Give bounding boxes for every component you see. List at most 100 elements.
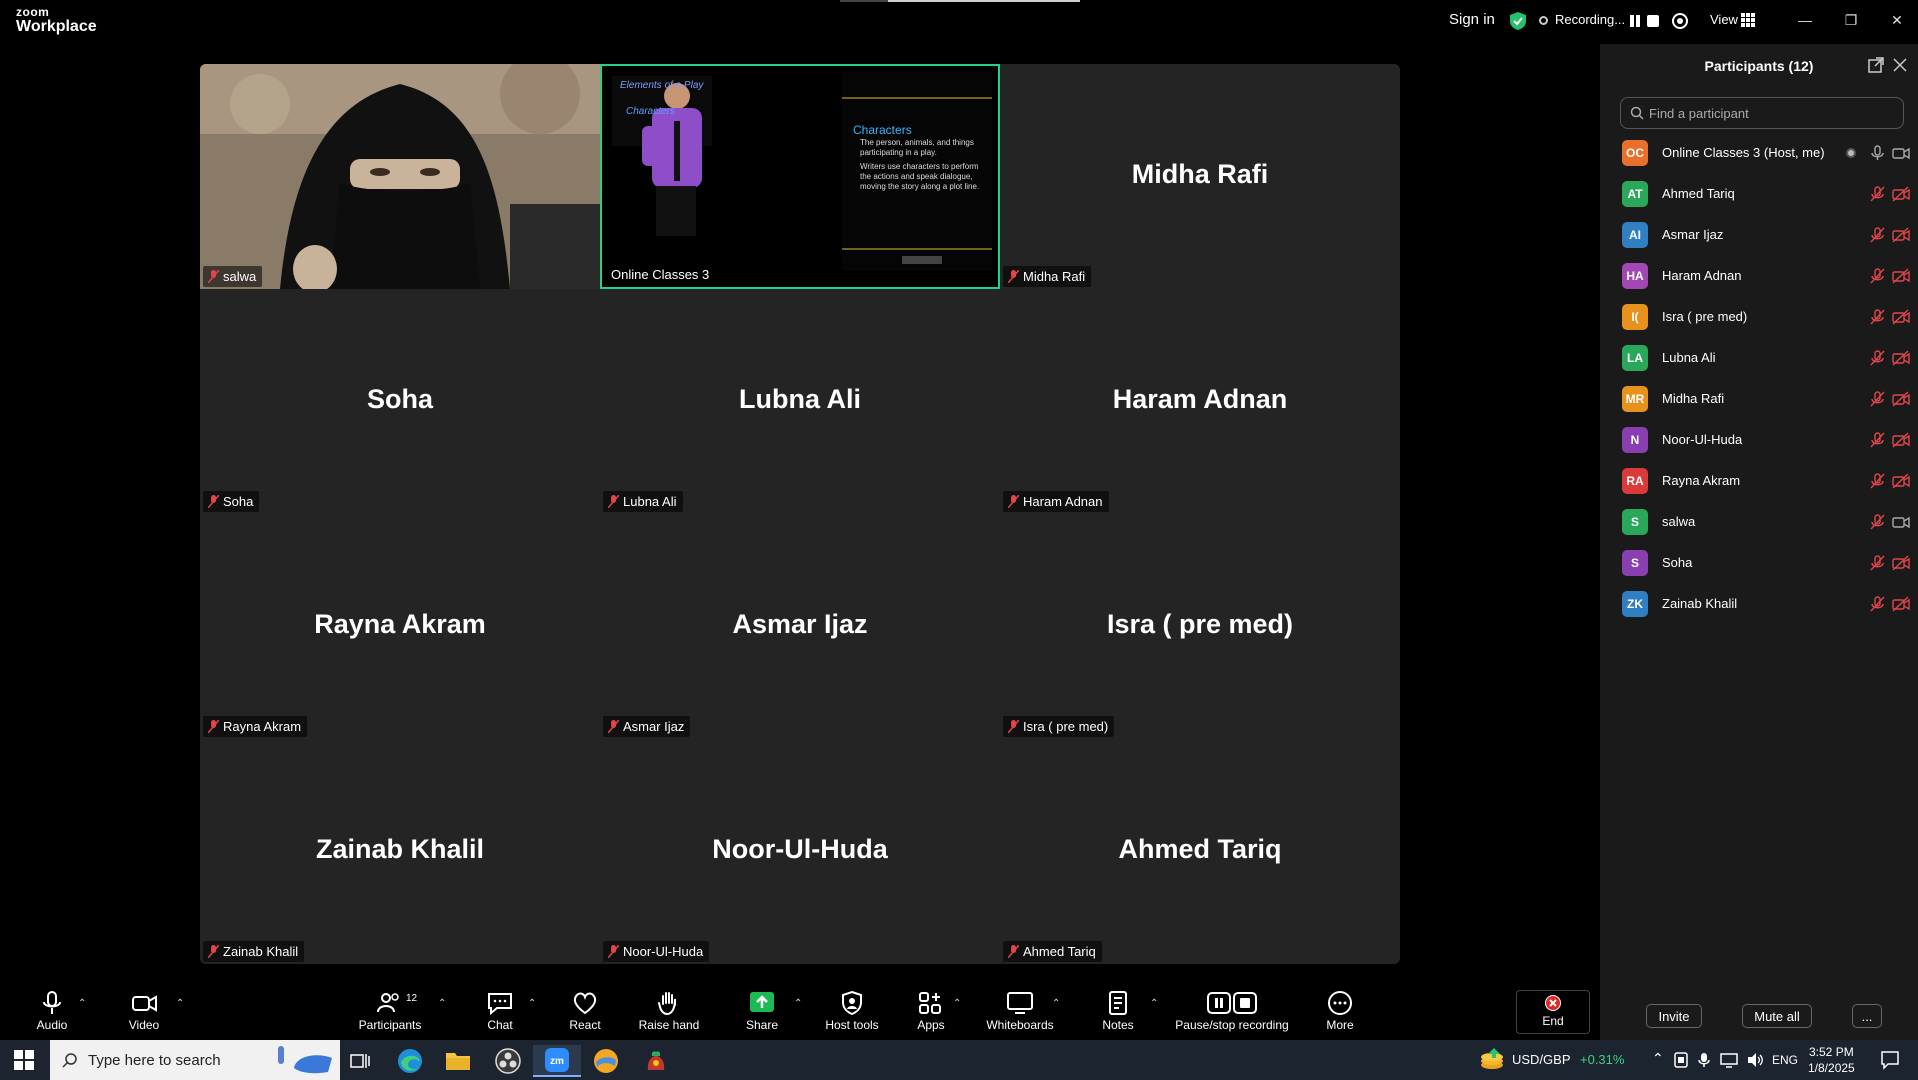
game-app-icon[interactable] xyxy=(632,1045,680,1077)
participant-row[interactable]: AI Asmar Ijaz xyxy=(1620,218,1910,252)
recording-menu-icon[interactable] xyxy=(1671,12,1689,30)
close-window-icon[interactable]: ✕ xyxy=(1882,8,1912,32)
mic-muted-icon[interactable] xyxy=(1869,391,1885,407)
apps-button[interactable]: Apps xyxy=(911,990,951,1038)
pause-recording-icon[interactable] xyxy=(1627,13,1643,29)
browser-app-icon[interactable] xyxy=(582,1045,630,1077)
video-options-chevron-icon[interactable]: ⌃ xyxy=(176,998,188,1009)
participant-search[interactable] xyxy=(1620,97,1904,129)
mic-muted-icon[interactable] xyxy=(1869,186,1885,202)
currency-pair[interactable]: USD/GBP xyxy=(1512,1052,1571,1067)
camera-off-icon[interactable] xyxy=(1892,350,1910,366)
view-button[interactable]: View xyxy=(1710,12,1738,27)
windows-start-icon[interactable] xyxy=(14,1050,34,1070)
camera-off-icon[interactable] xyxy=(1892,186,1910,202)
end-meeting-button[interactable]: End xyxy=(1516,990,1590,1034)
share-options-chevron-icon[interactable]: ⌃ xyxy=(794,998,806,1009)
participant-row[interactable]: N Noor-Ul-Huda xyxy=(1620,423,1910,457)
video-tile-soha[interactable]: Soha Soha xyxy=(200,289,600,514)
mic-muted-icon[interactable] xyxy=(1869,309,1885,325)
camera-off-icon[interactable] xyxy=(1892,432,1910,448)
chat-button[interactable]: Chat xyxy=(480,990,520,1038)
participant-row[interactable]: ZK Zainab Khalil xyxy=(1620,587,1910,621)
video-tile-ahmed-tariq[interactable]: Ahmed Tariq Ahmed Tariq xyxy=(1000,739,1400,964)
notes-button[interactable]: Notes xyxy=(1098,990,1138,1038)
share-button[interactable]: Share xyxy=(742,990,782,1038)
restore-window-icon[interactable]: ❐ xyxy=(1836,8,1866,32)
network-icon[interactable] xyxy=(1720,1052,1738,1068)
camera-off-icon[interactable] xyxy=(1892,555,1910,571)
camera-off-icon[interactable] xyxy=(1892,268,1910,284)
invite-button[interactable]: Invite xyxy=(1646,1004,1702,1028)
notifications-icon[interactable] xyxy=(1880,1050,1900,1070)
minimize-window-icon[interactable]: — xyxy=(1790,8,1820,32)
mute-all-button[interactable]: Mute all xyxy=(1742,1004,1812,1028)
task-view-icon[interactable] xyxy=(336,1045,384,1077)
apps-options-chevron-icon[interactable]: ⌃ xyxy=(953,998,965,1009)
sign-in-link[interactable]: Sign in xyxy=(1449,11,1495,28)
chat-options-chevron-icon[interactable]: ⌃ xyxy=(528,998,540,1009)
tray-microphone-icon[interactable] xyxy=(1698,1052,1710,1068)
video-tile-asmar-ijaz[interactable]: Asmar Ijaz Asmar Ijaz xyxy=(600,514,1000,739)
stop-recording-icon[interactable] xyxy=(1645,13,1661,29)
edge-browser-icon[interactable] xyxy=(386,1045,434,1077)
mic-on-icon[interactable] xyxy=(1869,145,1885,161)
mic-muted-icon[interactable] xyxy=(1869,432,1885,448)
whiteboards-button[interactable]: Whiteboards xyxy=(984,990,1056,1038)
tray-app-icon[interactable] xyxy=(1674,1052,1688,1068)
close-panel-icon[interactable] xyxy=(1892,57,1908,73)
grid-view-icon[interactable] xyxy=(1741,13,1755,27)
participant-row[interactable]: MR Midha Rafi xyxy=(1620,382,1910,416)
mic-muted-icon[interactable] xyxy=(1869,596,1885,612)
mic-muted-icon[interactable] xyxy=(1869,350,1885,366)
mic-muted-icon[interactable] xyxy=(1869,268,1885,284)
mic-muted-icon[interactable] xyxy=(1869,555,1885,571)
react-button[interactable]: React xyxy=(565,990,605,1038)
participant-row[interactable]: Ssalwa xyxy=(1620,505,1910,539)
video-button[interactable]: Video xyxy=(124,990,164,1038)
video-tile-lubna-ali[interactable]: Lubna Ali Lubna Ali xyxy=(600,289,1000,514)
participant-row[interactable]: OC Online Classes 3 (Host, me) xyxy=(1620,136,1910,170)
notes-options-chevron-icon[interactable]: ⌃ xyxy=(1150,998,1162,1009)
zoom-app-icon[interactable]: zm xyxy=(533,1045,581,1077)
more-button[interactable]: More xyxy=(1320,990,1360,1038)
video-tile-online-classes-3[interactable]: Elements of a Play Characters Characters… xyxy=(600,64,1000,289)
window-drag-handle[interactable] xyxy=(888,0,1080,2)
participant-row[interactable]: I(Isra ( pre med) xyxy=(1620,300,1910,334)
tray-expand-chevron-icon[interactable]: ⌃ xyxy=(1652,1050,1664,1067)
participant-row[interactable]: HA Haram Adnan xyxy=(1620,259,1910,293)
whiteboards-options-chevron-icon[interactable]: ⌃ xyxy=(1052,998,1064,1009)
camera-on-icon[interactable] xyxy=(1892,514,1910,530)
volume-icon[interactable] xyxy=(1746,1052,1764,1068)
video-tile-zainab-khalil[interactable]: Zainab Khalil Zainab Khalil xyxy=(200,739,600,964)
camera-off-icon[interactable] xyxy=(1892,391,1910,407)
video-tile-haram-adnan[interactable]: Haram Adnan Haram Adnan xyxy=(1000,289,1400,514)
audio-options-chevron-icon[interactable]: ⌃ xyxy=(78,998,90,1009)
mic-muted-icon[interactable] xyxy=(1869,514,1885,530)
video-tile-salwa[interactable]: salwa xyxy=(200,64,600,289)
more-options-button[interactable]: ... xyxy=(1852,1004,1882,1028)
input-language[interactable]: ENG xyxy=(1772,1053,1798,1067)
obs-studio-icon[interactable] xyxy=(484,1045,532,1077)
taskbar-clock[interactable]: 3:52 PM 1/8/2025 xyxy=(1808,1044,1855,1076)
participants-options-chevron-icon[interactable]: ⌃ xyxy=(438,998,450,1009)
participant-row[interactable]: LA Lubna Ali xyxy=(1620,341,1910,375)
mic-muted-icon[interactable] xyxy=(1869,227,1885,243)
raise-hand-button[interactable]: Raise hand xyxy=(636,990,702,1038)
participant-row[interactable]: RA Rayna Akram xyxy=(1620,464,1910,498)
participant-row[interactable]: AT Ahmed Tariq xyxy=(1620,177,1910,211)
video-tile-isra-pre-med[interactable]: Isra ( pre med) Isra ( pre med) xyxy=(1000,514,1400,739)
popout-icon[interactable] xyxy=(1868,57,1884,73)
camera-off-icon[interactable] xyxy=(1892,309,1910,325)
participant-row[interactable]: S Soha xyxy=(1620,546,1910,580)
security-shield-icon[interactable] xyxy=(1509,11,1527,31)
camera-on-icon[interactable] xyxy=(1892,145,1910,161)
search-input[interactable] xyxy=(1649,103,1889,123)
video-tile-midha-rafi[interactable]: Midha Rafi Midha Rafi xyxy=(1000,64,1400,289)
video-tile-noor-ul-huda[interactable]: Noor-Ul-Huda Noor-Ul-Huda xyxy=(600,739,1000,964)
audio-button[interactable]: Audio xyxy=(32,990,72,1038)
video-tile-rayna-akram[interactable]: Rayna Akram Rayna Akram xyxy=(200,514,600,739)
taskbar-search-box[interactable]: Type here to search xyxy=(50,1040,340,1080)
camera-off-icon[interactable] xyxy=(1892,227,1910,243)
host-tools-button[interactable]: Host tools xyxy=(822,990,882,1038)
